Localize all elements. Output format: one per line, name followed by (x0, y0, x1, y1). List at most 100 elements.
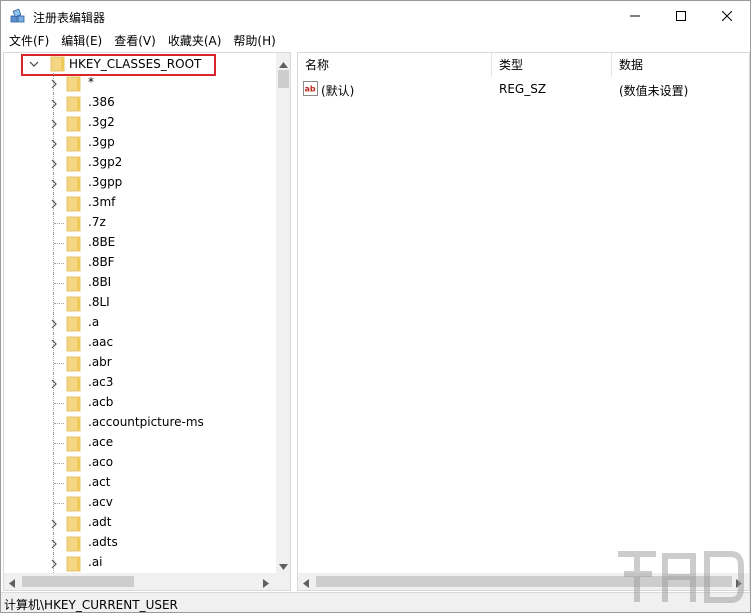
chevron-right-icon[interactable] (49, 338, 59, 352)
tree-item[interactable]: .8BF (4, 253, 276, 273)
tree-item-label: .ac3 (88, 375, 114, 389)
tree-guide-line (54, 363, 64, 364)
minimize-button[interactable] (612, 1, 658, 31)
status-path: 计算机\HKEY_CURRENT_USER (4, 598, 178, 612)
tree-item[interactable]: .act (4, 473, 276, 493)
tree-item[interactable]: * (4, 73, 276, 93)
tree-item[interactable]: .abr (4, 353, 276, 373)
chevron-right-icon[interactable] (49, 158, 59, 172)
tree-guide-line (54, 423, 64, 424)
tree-item-label: .adts (88, 535, 118, 549)
tree-item[interactable]: .3mf (4, 193, 276, 213)
menu-favorites[interactable]: 收藏夹(A) (162, 31, 228, 51)
tree-item[interactable]: .a (4, 313, 276, 333)
tree-item[interactable]: .adts (4, 533, 276, 553)
maximize-button[interactable] (658, 1, 704, 31)
column-header-type[interactable]: 类型 (492, 53, 612, 77)
menu-view[interactable]: 查看(V) (108, 31, 162, 51)
registry-editor-window: 注册表编辑器 文件(F) 编辑(E) 查看(V) 收藏夹(A) 帮助(H) HK… (0, 0, 751, 613)
tree-item-label: .3g2 (88, 115, 115, 129)
registry-editor-app-icon (10, 8, 26, 24)
close-button[interactable] (704, 1, 750, 31)
tree-item-label: .ai (88, 555, 103, 569)
chevron-down-icon[interactable] (29, 58, 39, 72)
tree-item-label: .adt (88, 515, 112, 529)
tree-item[interactable]: .acv (4, 493, 276, 513)
tree-guide-line (54, 263, 64, 264)
chevron-right-icon[interactable] (49, 518, 59, 532)
tree-item[interactable]: .aac (4, 333, 276, 353)
tree-item[interactable]: .3gp (4, 133, 276, 153)
tree-item[interactable]: .accountpicture-ms (4, 413, 276, 433)
tree-item-label: .8LI (88, 295, 110, 309)
tree-item-label: .7z (88, 215, 106, 229)
tree-item-label: .3mf (88, 195, 116, 209)
values-list-pane[interactable]: 名称 类型 数据 ab (默认) REG_SZ (数值未设置) (297, 52, 750, 591)
tree-guide-line (54, 503, 64, 504)
key-tree-pane[interactable]: HKEY_CLASSES_ROOT * .386 .3g2 .3gp .3gp2 .3gp… (3, 52, 291, 591)
tree-item-label: * (88, 75, 94, 89)
tree-guide-line (54, 303, 64, 304)
tree-item[interactable]: .8BE (4, 233, 276, 253)
tree-item-label: .8BI (88, 275, 112, 289)
tree-item[interactable]: .acb (4, 393, 276, 413)
chevron-right-icon[interactable] (49, 78, 59, 92)
chevron-right-icon[interactable] (49, 138, 59, 152)
tree-item[interactable]: .adt (4, 513, 276, 533)
tree-item-label: .a (88, 315, 100, 329)
menu-edit[interactable]: 编辑(E) (55, 31, 108, 51)
tree-item[interactable]: .ace (4, 433, 276, 453)
tree-item-label: .accountpicture-ms (88, 415, 204, 429)
column-header-data[interactable]: 数据 (612, 53, 749, 77)
scroll-right-arrow-icon[interactable] (263, 577, 269, 590)
tree-guide-line (54, 243, 64, 244)
tree-guide-line (54, 443, 64, 444)
chevron-right-icon[interactable] (49, 118, 59, 132)
chevron-right-icon[interactable] (49, 98, 59, 112)
tree-item[interactable]: .8LI (4, 293, 276, 313)
tree-root-label: HKEY_CLASSES_ROOT (69, 57, 202, 71)
tree-item-label: .8BF (88, 255, 115, 269)
tree-item[interactable]: .7z (4, 213, 276, 233)
scroll-up-arrow-icon[interactable] (279, 57, 288, 71)
column-header-name[interactable]: 名称 (298, 53, 492, 77)
scroll-thumb[interactable] (278, 70, 289, 88)
tree-item-label: .act (88, 475, 111, 489)
tree-horizontal-scrollbar[interactable] (4, 573, 276, 590)
menu-bar: 文件(F) 编辑(E) 查看(V) 收藏夹(A) 帮助(H) (1, 31, 750, 51)
chevron-right-icon[interactable] (49, 198, 59, 212)
tree-item[interactable]: .3gp2 (4, 153, 276, 173)
tree-item[interactable]: .ai (4, 553, 276, 573)
chevron-right-icon[interactable] (49, 538, 59, 552)
value-data: (数值未设置) (619, 84, 689, 98)
tree-item[interactable]: .aco (4, 453, 276, 473)
scroll-thumb[interactable] (22, 576, 134, 587)
chevron-right-icon[interactable] (49, 318, 59, 332)
tree-item-label: .aco (88, 455, 114, 469)
value-type: REG_SZ (499, 82, 547, 96)
chevron-right-icon[interactable] (49, 378, 59, 392)
list-item[interactable]: ab (默认) REG_SZ (数值未设置) (298, 79, 749, 99)
tree-item[interactable]: .ac3 (4, 373, 276, 393)
tree-vertical-scrollbar[interactable] (276, 53, 290, 573)
tree-item[interactable]: .386 (4, 93, 276, 113)
menu-help[interactable]: 帮助(H) (227, 31, 281, 51)
tree-item-label: .aac (88, 335, 114, 349)
watermark-logo (613, 544, 748, 610)
list-header: 名称 类型 数据 (298, 53, 749, 77)
window-title: 注册表编辑器 (33, 11, 106, 25)
chevron-right-icon[interactable] (49, 178, 59, 192)
scroll-left-arrow-icon[interactable] (303, 577, 309, 590)
tree-item-label: .3gp2 (88, 155, 123, 169)
scroll-left-arrow-icon[interactable] (9, 577, 15, 590)
string-value-icon: ab (303, 81, 318, 99)
menu-file[interactable]: 文件(F) (3, 31, 55, 51)
tree-item[interactable]: .3gpp (4, 173, 276, 193)
tree-item[interactable]: .8BI (4, 273, 276, 293)
tree-item-label: .386 (88, 95, 115, 109)
tree-item-label: .3gp (88, 135, 115, 149)
tree-guide-line (54, 463, 64, 464)
scroll-down-arrow-icon[interactable] (279, 559, 288, 573)
tree-item[interactable]: .3g2 (4, 113, 276, 133)
chevron-right-icon[interactable] (49, 558, 59, 572)
